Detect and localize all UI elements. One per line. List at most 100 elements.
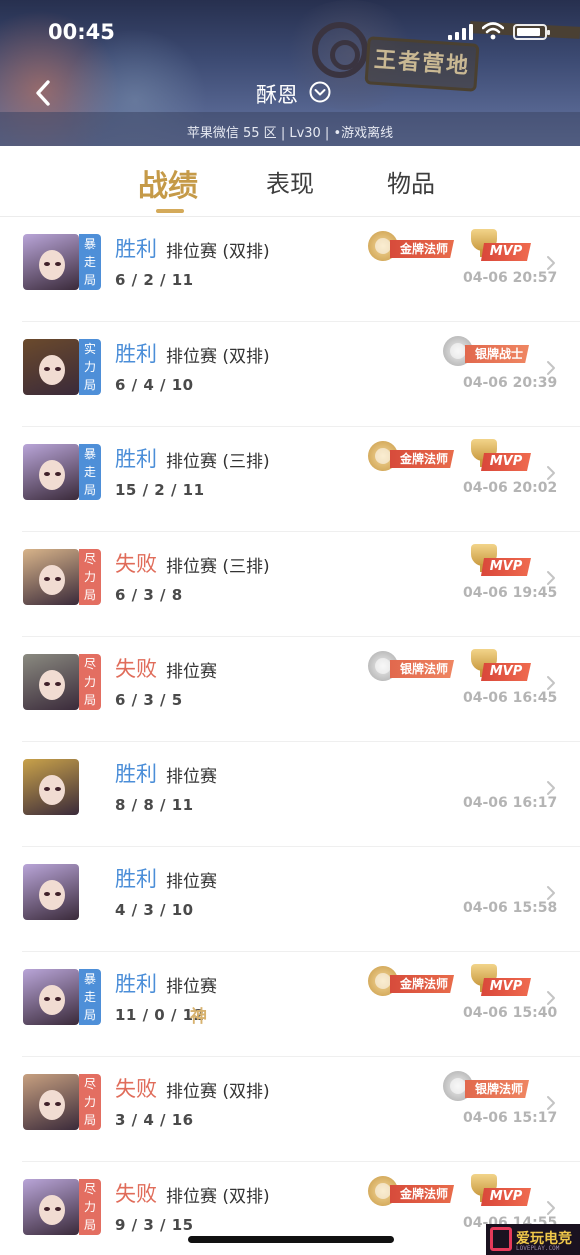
chevron-right-icon [547,1201,555,1215]
camp-logo-icon [312,22,368,78]
wifi-icon [482,22,504,40]
match-time: 04-06 19:45 [463,585,558,601]
chevron-right-icon [547,781,555,795]
hero-avatar [23,339,79,395]
match-type-tag: 暴走局 [79,234,101,290]
match-mode: 排位赛 (双排) [166,1187,270,1207]
battery-icon [513,24,550,40]
player-sub-info: 苹果微信 55 区 | Lv30 | •游戏离线 [186,126,394,141]
medal-label: 银牌法师 [390,660,455,678]
chevron-right-icon [547,361,555,375]
match-time: 04-06 15:40 [463,1005,558,1021]
match-result: 失败 [115,552,157,576]
hero-avatar [23,444,79,500]
back-arrow-icon[interactable] [30,76,58,110]
match-kda: 6 / 4 / 10 [115,376,194,394]
chevron-down-circle-icon[interactable] [309,81,331,103]
watermark-subtext: LOVEPLAY.COM [516,1245,560,1252]
godlike-badge: 神 [190,1007,207,1027]
match-mode: 排位赛 [166,977,217,997]
match-result: 失败 [115,1182,157,1206]
match-kda: 3 / 4 / 16 [115,1111,194,1129]
match-time: 04-06 15:58 [463,900,558,916]
watermark-logo: 爱玩电竞 LOVEPLAY.COM [486,1224,580,1255]
match-time: 04-06 20:02 [463,480,558,496]
header-banner: 王者营地 00:45 酥恩 苹果微信 55 区 | Lv30 | •游戏离线 [0,0,580,146]
watermark-mark-icon [490,1227,512,1251]
match-kda: 8 / 8 / 11 [115,796,194,814]
match-time: 04-06 15:17 [463,1110,558,1126]
mvp-label: MVP [481,663,531,681]
cellular-signal-icon [448,24,474,40]
tab-bar: 战绩 表现 物品 [0,146,580,216]
match-type-tag: 尽力局 [79,654,101,710]
medal-label: 银牌法师 [465,1080,530,1098]
match-row[interactable]: 尽力局 失败 排位赛 6 / 3 / 5 银牌法师 MVP 04-06 16:45 [0,637,580,742]
mvp-badge: MVP [469,649,533,683]
match-kda: 9 / 3 / 15 [115,1216,194,1234]
chevron-right-icon [547,1096,555,1110]
match-type-tag: 尽力局 [79,1074,101,1130]
mvp-label: MVP [481,243,531,261]
match-kda: 4 / 3 / 10 [115,901,194,919]
match-kda: 15 / 2 / 11 [115,481,205,499]
medal-label: 金牌法师 [390,450,455,468]
match-time: 04-06 20:57 [463,270,558,286]
match-time: 04-06 20:39 [463,375,558,391]
chevron-right-icon [547,571,555,585]
match-row[interactable]: 尽力局 失败 排位赛 (三排) 6 / 3 / 8 MVP 04-06 19:45 [0,532,580,637]
match-mode: 排位赛 (双排) [166,1082,270,1102]
match-row[interactable]: 暴走局 胜利 排位赛 11 / 0 / 12 神金牌法师 MVP 04-06 15:40 [0,952,580,1057]
mvp-badge: MVP [469,439,533,473]
mvp-badge: MVP [469,1174,533,1208]
mvp-label: MVP [481,978,531,996]
match-type-tag: 实力局 [79,339,101,395]
match-mode: 排位赛 (双排) [166,347,270,367]
match-row[interactable]: 暴走局 胜利 排位赛 (双排) 6 / 2 / 11 金牌法师 MVP 04-06 20:5… [0,217,580,322]
match-result: 胜利 [115,342,157,366]
tab-performance[interactable]: 表现 [266,164,314,199]
match-result: 胜利 [115,447,157,471]
hero-avatar [23,549,79,605]
match-kda: 6 / 3 / 5 [115,691,183,709]
match-type-tag: 暴走局 [79,444,101,500]
match-type-tag: 尽力局 [79,1179,101,1235]
chevron-right-icon [547,466,555,480]
match-result: 胜利 [115,762,157,786]
mvp-badge: MVP [469,544,533,578]
match-row[interactable]: 胜利 排位赛 4 / 3 / 10 04-06 15:58 [0,847,580,952]
match-result: 胜利 [115,972,157,996]
home-indicator[interactable] [188,1236,394,1243]
mvp-label: MVP [481,1188,531,1206]
tab-record[interactable]: 战绩 [138,161,198,205]
medal-label: 金牌法师 [390,1185,455,1203]
mvp-label: MVP [481,558,531,576]
match-mode: 排位赛 (双排) [166,242,270,262]
match-row[interactable]: 胜利 排位赛 8 / 8 / 11 04-06 16:17 [0,742,580,847]
match-mode: 排位赛 (三排) [166,557,270,577]
match-row[interactable]: 尽力局 失败 排位赛 (双排) 3 / 4 / 16 银牌法师 04-06 15:17 [0,1057,580,1162]
status-time: 00:45 [48,20,115,44]
match-mode: 排位赛 (三排) [166,452,270,472]
match-mode: 排位赛 [166,872,217,892]
match-row[interactable]: 实力局 胜利 排位赛 (双排) 6 / 4 / 10 银牌战士 04-06 20:39 [0,322,580,427]
chevron-right-icon [547,991,555,1005]
match-type-tag: 尽力局 [79,549,101,605]
match-mode: 排位赛 [166,662,217,682]
match-kda: 6 / 3 / 8 [115,586,183,604]
tab-items[interactable]: 物品 [387,164,435,199]
medal-label: 银牌战士 [465,345,530,363]
match-kda: 6 / 2 / 11 [115,271,194,289]
tab-active-underline [156,209,184,213]
match-row[interactable]: 暴走局 胜利 排位赛 (三排) 15 / 2 / 11 金牌法师 MVP 04-06 20:… [0,427,580,532]
hero-avatar [23,759,79,815]
hero-avatar [23,1179,79,1235]
mvp-label: MVP [481,453,531,471]
banner-sign: 王者营地 [364,36,480,92]
medal-label: 金牌法师 [390,975,455,993]
mvp-badge: MVP [469,229,533,263]
chevron-right-icon [547,256,555,270]
match-result: 胜利 [115,867,157,891]
hero-avatar [23,654,79,710]
player-name[interactable]: 酥恩 [256,79,298,109]
